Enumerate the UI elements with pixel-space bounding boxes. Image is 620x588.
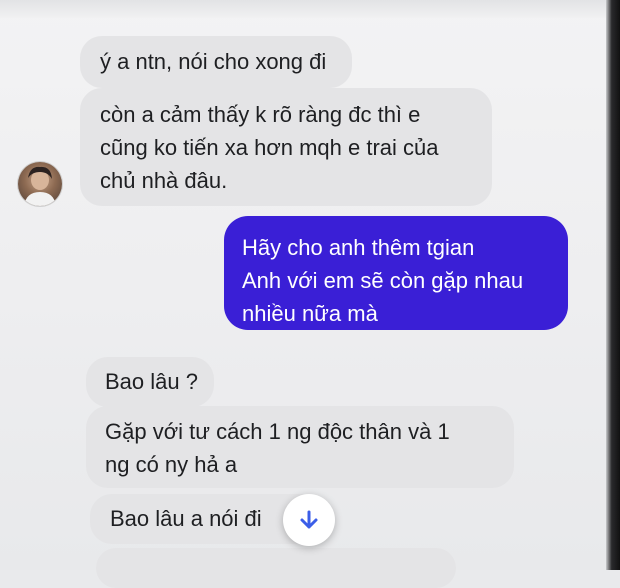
message-text: nhiều nữa mà (242, 301, 378, 326)
device-bezel (606, 0, 620, 570)
message-bubble-incoming-partial (96, 548, 456, 588)
message-text: Gặp với tư cách 1 ng độc thân và 1 (105, 419, 450, 444)
message-bubble-incoming[interactable]: Gặp với tư cách 1 ng độc thân và 1 ng có… (86, 406, 514, 488)
top-bar-edge (0, 0, 606, 18)
message-text: ng có ny hả a (105, 452, 238, 477)
message-text: ý a ntn, nói cho xong đi (100, 49, 327, 74)
message-text: Anh với em sẽ còn gặp nhau (242, 268, 524, 293)
chat-screen: ý a ntn, nói cho xong đi còn a cảm thấy … (0, 0, 606, 588)
message-bubble-incoming[interactable]: ý a ntn, nói cho xong đi (80, 36, 352, 88)
message-text: còn a cảm thấy k rõ ràng đc thì e (100, 102, 421, 127)
message-text: Bao lâu a nói đi (110, 506, 262, 531)
scroll-to-bottom-button[interactable] (283, 494, 335, 546)
message-bubble-incoming[interactable]: Bao lâu ? (86, 357, 214, 407)
message-bubble-incoming[interactable]: còn a cảm thấy k rõ ràng đc thì e cũng k… (80, 88, 492, 206)
message-text: chủ nhà đâu. (100, 168, 228, 193)
arrow-down-icon (300, 510, 318, 529)
message-bubble-outgoing[interactable]: Hãy cho anh thêm tgian Anh với em sẽ còn… (224, 216, 568, 330)
contact-avatar-icon[interactable] (18, 162, 62, 206)
message-text: cũng ko tiến xa hơn mqh e trai của (100, 135, 439, 160)
message-text: Bao lâu ? (105, 369, 198, 394)
message-text: Hãy cho anh thêm tgian (242, 235, 475, 260)
